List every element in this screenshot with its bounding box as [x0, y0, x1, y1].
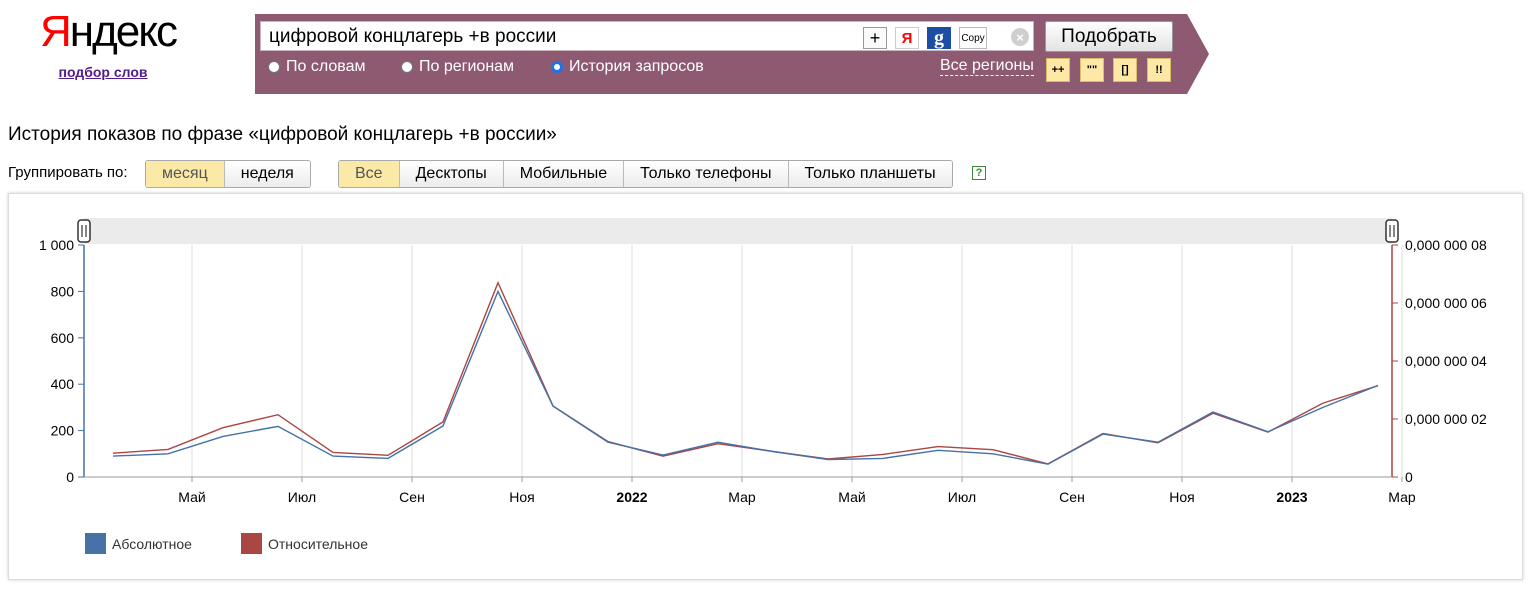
- search-input[interactable]: цифровой концлагерь +в россии + Я g Copy…: [260, 21, 1034, 51]
- x-tick-label: 2023: [1276, 489, 1307, 505]
- y-left-tick-label: 400: [51, 376, 75, 392]
- history-chart: 0 200 400 600 800 1 000 0 0,000 000 02 0,000 000…: [39, 218, 1487, 554]
- radio-icon: [401, 61, 413, 73]
- copy-button[interactable]: Copy: [959, 27, 987, 49]
- y-left-tick-label: 200: [51, 423, 75, 439]
- operator-quotes-button[interactable]: "": [1080, 58, 1104, 82]
- x-tick-label: Май: [838, 489, 865, 505]
- yandex-search-icon[interactable]: Я: [895, 27, 919, 49]
- series-line-relative: [112, 280, 1379, 465]
- legend-label-relative[interactable]: Относительное: [268, 536, 368, 552]
- page-title: История показов по фразе «цифровой концл…: [8, 124, 557, 145]
- operator-plus-button[interactable]: ++: [1046, 58, 1070, 82]
- help-icon[interactable]: ?: [972, 166, 986, 180]
- y-right-tick-label: 0: [1405, 469, 1413, 485]
- y-right-tick-label: 0,000 000 02: [1405, 411, 1487, 427]
- plus-operator-button[interactable]: +: [863, 27, 887, 49]
- legend-swatch-relative: [241, 533, 262, 554]
- radio-history[interactable]: История запросов: [551, 58, 704, 76]
- search-query-text[interactable]: цифровой концлагерь +в россии: [269, 26, 556, 48]
- device-segment: Все Десктопы Мобильные Только телефоны Т…: [338, 160, 953, 188]
- x-tick-label: Сен: [1059, 489, 1085, 505]
- y-right-tick-label: 0,000 000 08: [1405, 237, 1487, 253]
- device-phones-button[interactable]: Только телефоны: [623, 161, 788, 187]
- radio-by-regions[interactable]: По регионам: [401, 58, 514, 76]
- y-left-tick-label: 1 000: [39, 237, 74, 253]
- y-right-tick-label: 0,000 000 04: [1405, 353, 1487, 369]
- device-tablets-button[interactable]: Только планшеты: [787, 161, 952, 187]
- submit-button[interactable]: Подобрать: [1045, 21, 1173, 52]
- x-tick-label: Мар: [728, 489, 756, 505]
- y-left-tick-label: 800: [51, 283, 75, 299]
- radio-selected-icon: [551, 61, 563, 73]
- operator-exact-button[interactable]: !!: [1147, 58, 1171, 82]
- range-handle-right[interactable]: [1385, 219, 1399, 243]
- logo-wordmark: Яндекс: [40, 7, 178, 56]
- x-tick-label: Ноя: [1169, 489, 1194, 505]
- legend-label-absolute[interactable]: Абсолютное: [112, 536, 192, 552]
- device-mobile-button[interactable]: Мобильные: [502, 161, 624, 187]
- group-week-button[interactable]: неделя: [223, 161, 310, 187]
- y-left-tick-label: 600: [51, 330, 75, 346]
- operator-brackets-button[interactable]: []: [1113, 58, 1137, 82]
- x-tick-label: Ноя: [509, 489, 534, 505]
- x-tick-label: Май: [178, 489, 205, 505]
- search-panel-arrow: [1187, 14, 1209, 94]
- range-navigator: [84, 218, 1392, 244]
- wordstat-link[interactable]: подбор слов: [40, 64, 166, 80]
- google-search-icon[interactable]: g: [927, 27, 951, 49]
- series-line-absolute: [112, 289, 1379, 465]
- group-month-button[interactable]: месяц: [146, 161, 224, 187]
- x-tick-label: Июл: [288, 489, 316, 505]
- yandex-logo[interactable]: Яндекс подбор слов: [40, 6, 178, 80]
- x-tick-label: 2022: [616, 489, 647, 505]
- radio-by-words[interactable]: По словам: [268, 58, 365, 76]
- device-desktop-button[interactable]: Десктопы: [398, 161, 503, 187]
- device-all-button[interactable]: Все: [339, 161, 399, 187]
- radio-icon: [268, 61, 280, 73]
- chart-container: 0 200 400 600 800 1 000 0 0,000 000 02 0,000 000…: [8, 193, 1523, 580]
- legend-swatch-absolute: [85, 533, 106, 554]
- all-regions-link[interactable]: Все регионы: [940, 57, 1034, 76]
- y-left-tick-label: 0: [66, 469, 74, 485]
- clear-icon[interactable]: ×: [1011, 28, 1029, 46]
- range-handle-left[interactable]: [77, 219, 91, 243]
- group-by-label: Группировать по:: [8, 164, 128, 181]
- x-tick-label: Мар: [1388, 489, 1416, 505]
- y-right-tick-label: 0,000 000 06: [1405, 295, 1487, 311]
- group-by-segment: месяц неделя: [145, 160, 311, 188]
- x-tick-label: Июл: [948, 489, 976, 505]
- x-tick-label: Сен: [399, 489, 425, 505]
